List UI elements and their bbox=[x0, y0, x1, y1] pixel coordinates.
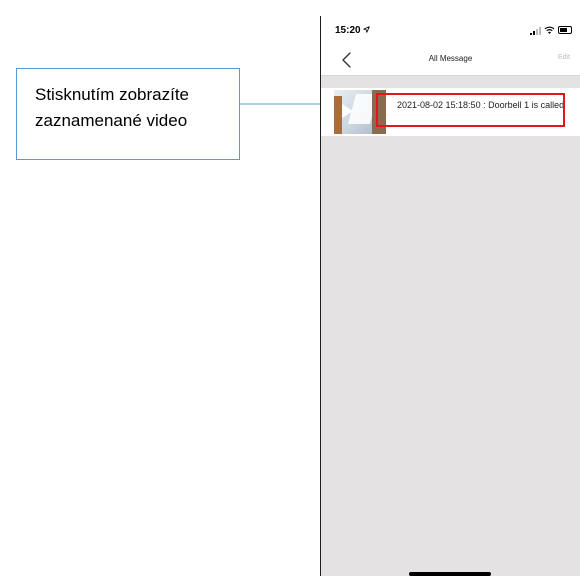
message-text: 2021-08-02 15:18:50 : Doorbell 1 is call… bbox=[397, 100, 565, 110]
message-list: 2021-08-02 15:18:50 : Doorbell 1 is call… bbox=[321, 76, 580, 576]
status-time: 15:20 bbox=[335, 25, 371, 36]
cellular-signal-icon bbox=[530, 27, 541, 35]
location-arrow-icon bbox=[363, 26, 371, 33]
home-indicator bbox=[409, 572, 491, 576]
status-bar: 15:20 bbox=[321, 16, 580, 44]
message-list-item[interactable]: 2021-08-02 15:18:50 : Doorbell 1 is call… bbox=[321, 88, 580, 136]
wifi-icon bbox=[544, 26, 555, 34]
phone-screen: 15:20 All Message Edit 2021-08-02 15:18:… bbox=[320, 16, 580, 576]
video-play-icon bbox=[342, 104, 353, 118]
status-icons bbox=[530, 25, 572, 35]
status-time-label: 15:20 bbox=[335, 25, 361, 36]
callout-line-2: zaznamenané video bbox=[35, 111, 188, 130]
callout-line-1: Stisknutím zobrazíte bbox=[35, 85, 190, 104]
video-thumbnail[interactable] bbox=[334, 90, 386, 134]
page-title: All Message bbox=[428, 54, 473, 63]
navigation-bar: All Message Edit bbox=[321, 44, 580, 76]
battery-icon bbox=[558, 26, 572, 34]
edit-button[interactable]: Edit bbox=[558, 54, 570, 61]
screenshot-canvas: Stisknutím zobrazíte zaznamenané video 1… bbox=[0, 0, 580, 576]
annotation-callout: Stisknutím zobrazíte zaznamenané video bbox=[16, 68, 240, 160]
